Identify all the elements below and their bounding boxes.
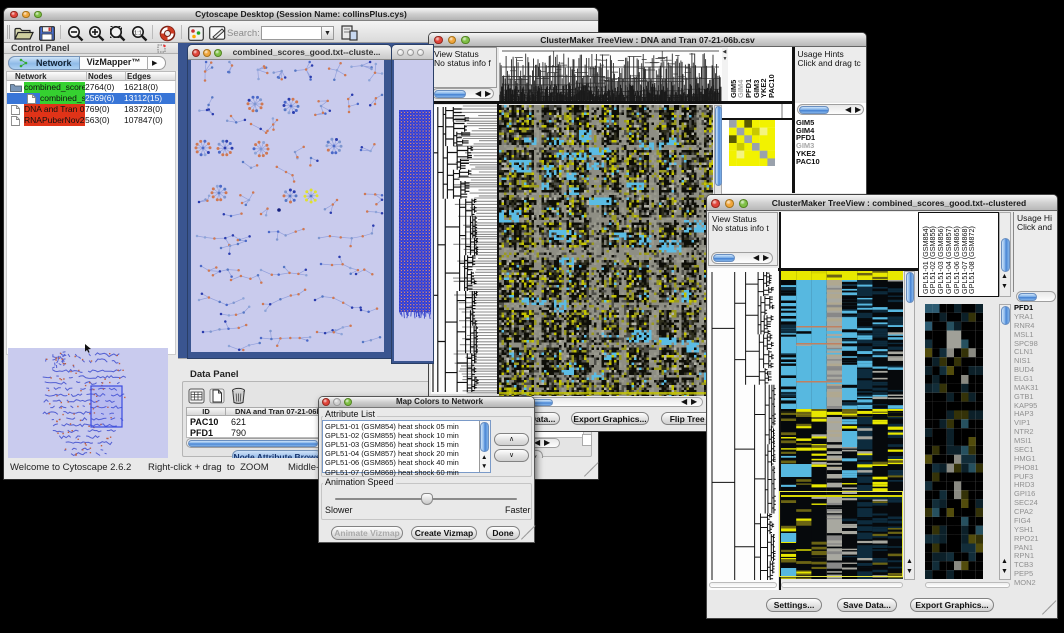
svg-text:1:1: 1:1 (134, 30, 142, 36)
